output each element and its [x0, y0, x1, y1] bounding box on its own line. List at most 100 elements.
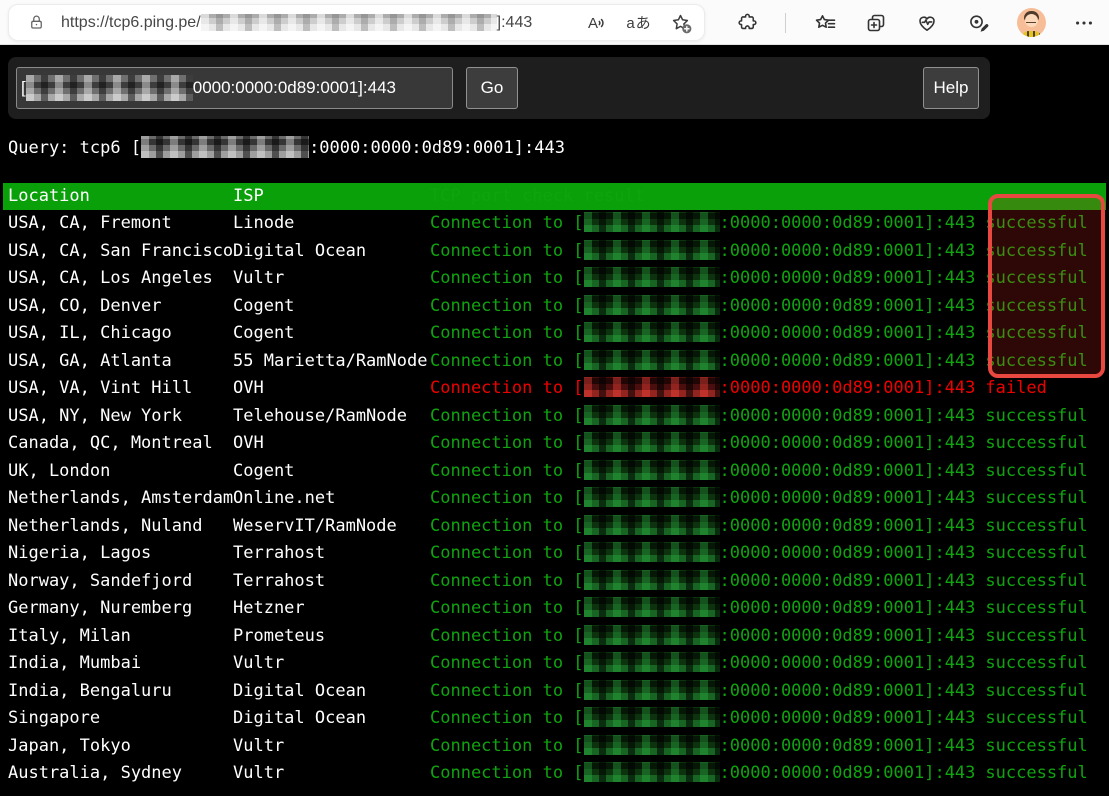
table-body: USA, CA, Fremont Linode Connection to [:…	[0, 210, 1109, 788]
table-row: USA, CO, Denver Cogent Connection to [ :0…	[0, 293, 1109, 321]
translate-icon[interactable]: aあ	[626, 10, 652, 36]
status-text: successful	[985, 241, 1087, 261]
result-cell: Connection to [:0000:0000:0d89:0001]:443…	[430, 375, 1047, 403]
url-suffix: ]:443	[497, 14, 533, 32]
profile-avatar[interactable]	[1017, 8, 1046, 37]
result-cell: Connection to [:0000:0000:0d89:0001]:443…	[430, 238, 1088, 266]
status-text: successful	[985, 406, 1087, 426]
table-row: USA, CA, Los Angeles Vultr Connection to…	[0, 265, 1109, 293]
result-suffix: :0000:0000:0d89:0001]:443	[720, 681, 976, 701]
result-suffix: :0000:0000:0d89:0001]:443	[720, 488, 976, 508]
query-form: [0000:0000:0d89:0001]:443 Go Help	[8, 57, 990, 119]
redacted-ip-segment	[584, 735, 720, 755]
isp-cell: Digital Ocean	[233, 705, 366, 733]
toolbar-divider	[785, 13, 786, 33]
location-cell: UK, London	[8, 458, 110, 486]
isp-cell: Telehouse/RamNode	[233, 403, 407, 431]
redacted-ip-segment	[584, 322, 720, 342]
result-cell: Connection to [:0000:0000:0d89:0001]:443…	[430, 623, 1088, 651]
result-prefix: Connection to [	[430, 543, 584, 563]
table-row: Australia, Sydney Vultr Connection to [:…	[0, 760, 1109, 788]
status-text: successful	[985, 626, 1087, 646]
result-suffix: :0000:0000:0d89:0001]:443	[720, 461, 976, 481]
result-prefix: Connection to [	[430, 488, 584, 508]
location-cell: USA, CA, San Francisco	[8, 238, 233, 266]
isp-cell: Cogent	[233, 458, 294, 486]
location-cell: USA, CO, Denver	[8, 293, 162, 321]
status-text: successful	[985, 653, 1087, 673]
browser-essentials-heart-icon[interactable]	[914, 10, 940, 36]
location-cell: USA, NY, New York	[8, 403, 182, 431]
status-text: successful	[985, 598, 1087, 618]
result-suffix: :0000:0000:0d89:0001]:443	[720, 241, 976, 261]
header-location: Location	[8, 183, 90, 210]
result-suffix: :0000:0000:0d89:0001]:443	[720, 213, 976, 233]
avatar-shirt	[1021, 31, 1042, 37]
result-prefix: Connection to [	[430, 268, 584, 288]
url-text: https://tcp6.ping.pe/]:443	[61, 14, 576, 32]
result-cell: Connection to [:0000:0000:0d89:0001]:443…	[430, 403, 1088, 431]
table-row: Nigeria, Lagos Terrahost Connection to […	[0, 540, 1109, 568]
web-capture-camera-icon[interactable]	[965, 10, 991, 36]
redacted-ip-segment	[584, 680, 720, 700]
location-cell: Germany, Nuremberg	[8, 595, 192, 623]
settings-menu-dots-icon[interactable]	[1071, 10, 1097, 36]
status-text: successful	[985, 571, 1087, 591]
status-text: successful	[985, 268, 1087, 288]
status-text: successful	[985, 323, 1087, 343]
go-button[interactable]: Go	[466, 67, 518, 109]
status-text: successful	[985, 736, 1087, 756]
result-prefix: Connection to [	[430, 736, 584, 756]
query-prefix: Query: tcp6 [	[8, 138, 141, 158]
result-suffix: :0000:0000:0d89:0001]:443	[720, 433, 976, 453]
redacted-ip-segment	[584, 295, 720, 315]
result-suffix: :0000:0000:0d89:0001]:443	[720, 296, 976, 316]
result-prefix: Connection to [	[430, 378, 584, 398]
isp-cell: Vultr	[233, 650, 284, 678]
table-row: USA, NY, New York Telehouse/RamNode Conn…	[0, 403, 1109, 431]
isp-cell: WeservIT/RamNode	[233, 513, 397, 541]
redacted-ip-segment	[584, 267, 720, 287]
redacted-ip-segment	[584, 652, 720, 672]
isp-cell: Terrahost	[233, 568, 325, 596]
collections-icon[interactable]	[863, 10, 889, 36]
isp-cell: Cogent	[233, 293, 294, 321]
redacted-input-segment	[26, 75, 193, 101]
result-cell: Connection to [:0000:0000:0d89:0001]:443…	[430, 540, 1088, 568]
favorites-star-list-icon[interactable]	[812, 10, 838, 36]
status-text: successful	[985, 516, 1087, 536]
status-text: successful	[985, 296, 1087, 316]
location-cell: Nigeria, Lagos	[8, 540, 151, 568]
table-row: Japan, Tokyo Vultr Connection to [:0000:…	[0, 733, 1109, 761]
add-favorite-star-icon[interactable]	[668, 10, 694, 36]
table-row: Norway, Sandefjord Terrahost Connection …	[0, 568, 1109, 596]
result-cell: Connection to [:0000:0000:0d89:0001]:443…	[430, 348, 1088, 376]
result-cell: Connection to [:0000:0000:0d89:0001]:443…	[430, 568, 1088, 596]
table-row: Germany, Nuremberg Hetzner Connection to…	[0, 595, 1109, 623]
table-row: USA, CA, Fremont Linode Connection to [:…	[0, 210, 1109, 238]
help-button[interactable]: Help	[923, 67, 979, 109]
isp-cell: Vultr	[233, 733, 284, 761]
lock-icon[interactable]	[23, 10, 49, 36]
redacted-ip-segment	[584, 597, 720, 617]
table-row: Italy, Milan Prometeus Connection to [:0…	[0, 623, 1109, 651]
result-prefix: Connection to [	[430, 296, 584, 316]
result-prefix: Connection to [	[430, 571, 584, 591]
result-prefix: Connection to [	[430, 653, 584, 673]
redacted-ip-segment	[584, 515, 720, 535]
result-cell: Connection to [:0000:0000:0d89:0001]:443…	[430, 320, 1088, 348]
isp-cell: Cogent	[233, 320, 294, 348]
result-prefix: Connection to [	[430, 763, 584, 783]
result-prefix: Connection to [	[430, 213, 584, 233]
svg-text:A: A	[588, 15, 598, 32]
query-line: Query: tcp6 [:0000:0000:0d89:0001]:443	[8, 134, 565, 162]
isp-cell: Prometeus	[233, 623, 325, 651]
host-input[interactable]: [0000:0000:0d89:0001]:443	[16, 67, 453, 109]
extensions-puzzle-icon[interactable]	[734, 10, 760, 36]
read-aloud-icon[interactable]: A	[584, 10, 610, 36]
address-bar[interactable]: https://tcp6.ping.pe/]:443 A aあ	[8, 4, 705, 41]
redacted-ip-segment	[584, 432, 720, 452]
status-text: failed	[985, 378, 1046, 398]
table-row: Singapore Digital Ocean Connection to [:…	[0, 705, 1109, 733]
result-suffix: :0000:0000:0d89:0001]:443	[720, 763, 976, 783]
